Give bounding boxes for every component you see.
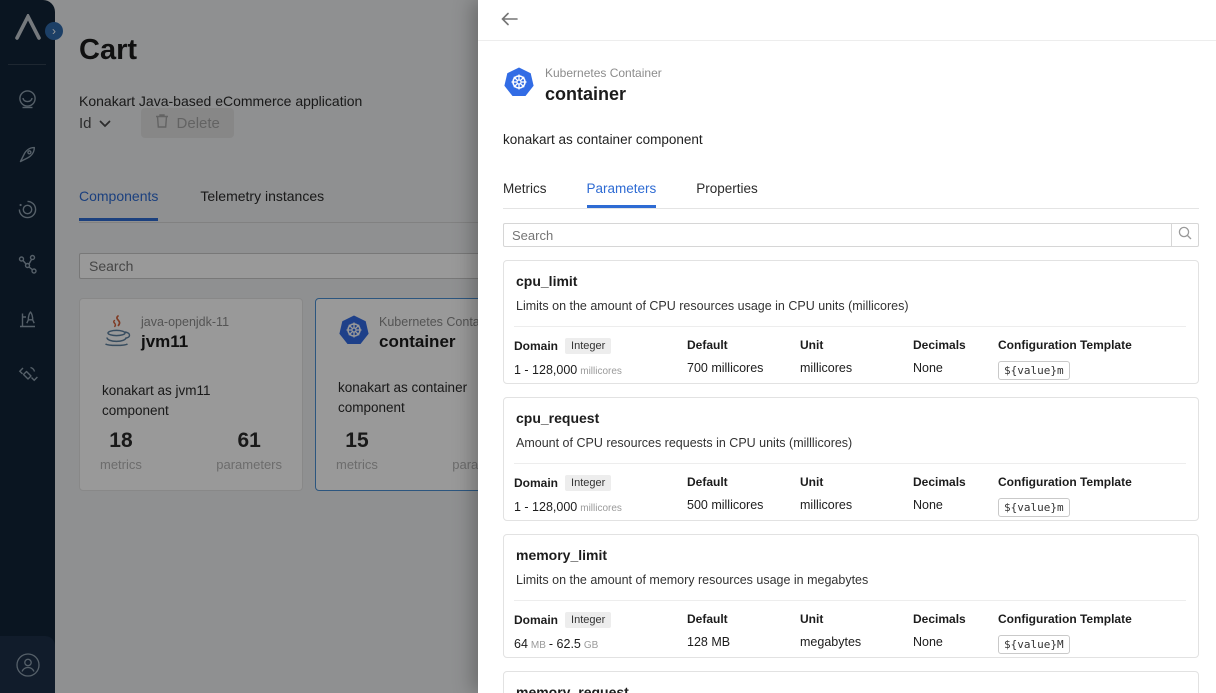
domain-field: DomainInteger 1 - 128,000millicores	[514, 338, 687, 380]
configuration-template-field: Configuration Template ${value}m	[998, 338, 1186, 380]
type-badge: Integer	[565, 338, 611, 354]
domain-field: DomainInteger 64MB- 62.5GB	[514, 612, 687, 654]
search-icon	[1178, 226, 1192, 245]
configuration-template-field: Configuration Template ${value}M	[998, 612, 1186, 654]
drawer-tabs: Metrics Parameters Properties	[503, 181, 1199, 209]
tab-parameters[interactable]: Parameters	[587, 181, 657, 208]
parameter-description: Limits on the amount of memory resources…	[514, 573, 1186, 587]
parameter-name: cpu_limit	[514, 273, 1186, 289]
domain-field: DomainInteger 1 - 128,000millicores	[514, 475, 687, 517]
decimals-field: Decimals None	[913, 612, 998, 654]
drawer-type-label: Kubernetes Container	[545, 66, 662, 80]
decimals-field: Decimals None	[913, 475, 998, 517]
template-chip: ${value}M	[998, 635, 1070, 654]
parameters-search	[503, 223, 1199, 247]
template-chip: ${value}m	[998, 361, 1070, 380]
kubernetes-icon	[503, 66, 535, 105]
type-badge: Integer	[565, 612, 611, 628]
parameter-name: cpu_request	[514, 410, 1186, 426]
default-field: Default 700 millicores	[687, 338, 800, 380]
tab-properties[interactable]: Properties	[696, 181, 758, 208]
search-button[interactable]	[1171, 224, 1198, 246]
drawer-description: konakart as container component	[503, 132, 1199, 147]
parameter-name: memory_request	[514, 684, 1186, 693]
back-button[interactable]	[497, 8, 521, 32]
template-chip: ${value}m	[998, 498, 1070, 517]
parameter-card-memory-request: memory_request	[503, 671, 1199, 693]
type-badge: Integer	[565, 475, 611, 491]
parameter-name: memory_limit	[514, 547, 1186, 563]
default-field: Default 128 MB	[687, 612, 800, 654]
component-detail-drawer: Kubernetes Container container konakart …	[478, 0, 1216, 693]
parameter-description: Amount of CPU resources requests in CPU …	[514, 436, 1186, 450]
parameter-card-cpu-limit: cpu_limit Limits on the amount of CPU re…	[503, 260, 1199, 384]
parameters-search-input[interactable]	[504, 224, 1171, 246]
arrow-left-icon	[501, 12, 518, 29]
unit-field: Unit millicores	[800, 338, 913, 380]
decimals-field: Decimals None	[913, 338, 998, 380]
unit-field: Unit millicores	[800, 475, 913, 517]
parameter-card-memory-limit: memory_limit Limits on the amount of mem…	[503, 534, 1199, 658]
unit-field: Unit megabytes	[800, 612, 913, 654]
configuration-template-field: Configuration Template ${value}m	[998, 475, 1186, 517]
drawer-title: container	[545, 84, 662, 105]
parameter-description: Limits on the amount of CPU resources us…	[514, 299, 1186, 313]
default-field: Default 500 millicores	[687, 475, 800, 517]
tab-metrics[interactable]: Metrics	[503, 181, 547, 208]
parameter-card-cpu-request: cpu_request Amount of CPU resources requ…	[503, 397, 1199, 521]
drawer-topbar	[478, 0, 1216, 41]
